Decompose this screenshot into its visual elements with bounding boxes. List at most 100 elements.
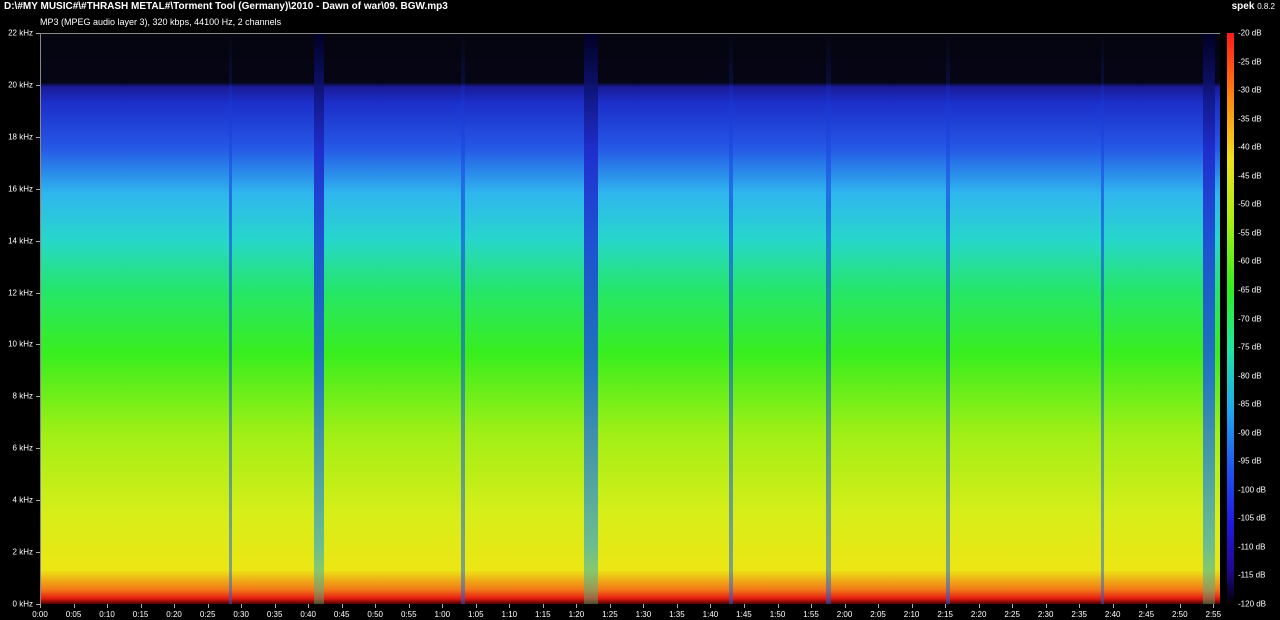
time-tick-label: 1:55 (803, 610, 819, 619)
spectrogram-plot (40, 33, 1220, 604)
frequency-tick-label: 18 kHz (8, 132, 33, 142)
app-brand: spek 0.8.2 (1232, 1, 1275, 12)
time-tick-mark (509, 604, 511, 608)
time-tick-label: 0:15 (132, 610, 149, 619)
spectrogram-quiet-band (314, 34, 324, 604)
db-tick-label: -65 dB (1238, 285, 1262, 295)
db-tick-label: -50 dB (1238, 199, 1262, 209)
time-tick-label: 1:50 (769, 610, 786, 619)
spectrogram-streak (826, 34, 831, 604)
time-tick-label: 0:35 (266, 610, 283, 619)
frequency-tick-label: 20 kHz (8, 80, 33, 90)
spectrogram-streak (1101, 34, 1104, 604)
frequency-tick-label: 8 kHz (12, 391, 33, 401)
time-tick-label: 1:20 (568, 610, 585, 619)
spek-window: D:\#MY MUSIC#\#THRASH METAL#\Torment Too… (0, 0, 1280, 620)
spectrogram-streak (729, 34, 733, 604)
frequency-tick-mark (36, 344, 40, 346)
time-tick-mark (945, 604, 947, 608)
db-tick-label: -75 dB (1238, 342, 1262, 352)
time-tick-mark (107, 604, 109, 608)
time-tick-mark (140, 604, 142, 608)
time-tick-label: 0:50 (367, 610, 384, 619)
time-tick-mark (743, 604, 745, 608)
file-path-title: D:\#MY MUSIC#\#THRASH METAL#\Torment Too… (4, 1, 448, 12)
time-tick-label: 0:10 (99, 610, 115, 619)
app-name: spek (1231, 1, 1255, 12)
frequency-tick-mark (36, 448, 40, 450)
time-tick-label: 2:40 (1104, 610, 1121, 619)
frequency-tick-label: 16 kHz (8, 184, 33, 194)
db-tick-label: -55 dB (1238, 228, 1262, 238)
frequency-tick-label: 6 kHz (12, 443, 33, 453)
frequency-tick-label: 10 kHz (8, 339, 33, 349)
time-tick-label: 0:00 (32, 610, 48, 619)
time-tick-label: 2:50 (1171, 610, 1188, 619)
spectrogram-quiet-band (584, 34, 598, 604)
time-tick-mark (878, 604, 880, 608)
spectrogram-streak (229, 34, 232, 604)
frequency-tick-label: 12 kHz (8, 288, 33, 298)
time-tick-label: 2:00 (836, 610, 853, 619)
frequency-tick-mark (36, 500, 40, 502)
time-tick-mark (274, 604, 276, 608)
db-tick-label: -60 dB (1238, 256, 1262, 266)
time-tick-mark (40, 604, 41, 608)
time-tick-mark (241, 604, 243, 608)
time-tick-mark (341, 604, 343, 608)
db-color-scale (1227, 33, 1234, 604)
time-tick-label: 0:45 (333, 610, 350, 619)
time-tick-mark (1146, 604, 1148, 608)
db-tick-label: -85 dB (1238, 399, 1262, 409)
spectrogram-streak (461, 34, 465, 604)
time-tick-mark (1079, 604, 1081, 608)
time-tick-mark (408, 604, 410, 608)
time-tick-label: 2:20 (970, 610, 987, 619)
time-tick-label: 2:15 (937, 610, 953, 619)
time-tick-mark (1112, 604, 1114, 608)
time-tick-label: 2:30 (1037, 610, 1054, 619)
time-tick-mark (844, 604, 846, 608)
time-tick-label: 2:35 (1071, 610, 1087, 619)
time-tick-mark (676, 604, 678, 608)
time-tick-mark (207, 604, 209, 608)
frequency-tick-mark (36, 84, 40, 86)
db-tick-label: -45 dB (1238, 171, 1262, 181)
time-tick-mark (308, 604, 310, 608)
time-tick-label: 2:10 (903, 610, 920, 619)
frequency-tick-label: 14 kHz (8, 236, 33, 246)
time-tick-label: 2:55 (1205, 610, 1222, 619)
time-tick-mark (1012, 604, 1014, 608)
spectrogram-streak (946, 34, 950, 604)
time-tick-label: 1:05 (467, 610, 484, 619)
time-tick-label: 1:00 (434, 610, 451, 619)
db-tick-label: -25 dB (1238, 57, 1262, 67)
db-tick-label: -35 dB (1238, 114, 1262, 124)
time-tick-label: 2:45 (1138, 610, 1155, 619)
time-tick-label: 1:15 (535, 610, 551, 619)
time-tick-mark (174, 604, 176, 608)
db-tick-label: -30 dB (1238, 85, 1262, 95)
frequency-tick-mark (36, 292, 40, 294)
frequency-tick-label: 4 kHz (12, 495, 33, 505)
spectrogram-quiet-band (1203, 34, 1215, 604)
frequency-tick-mark (36, 33, 40, 34)
time-tick-mark (442, 604, 444, 608)
db-tick-label: -20 dB (1238, 28, 1262, 38)
time-tick-label: 0:20 (166, 610, 182, 619)
time-tick-mark (1213, 604, 1215, 608)
db-tick-label: -90 dB (1238, 428, 1262, 438)
time-tick-label: 1:25 (602, 610, 618, 619)
db-tick-label: -70 dB (1238, 314, 1262, 323)
db-tick-label: -110 dB (1238, 542, 1266, 552)
db-tick-label: -105 dB (1238, 513, 1267, 523)
time-tick-mark (978, 604, 980, 608)
time-tick-label: 0:30 (233, 610, 249, 619)
time-tick-mark (375, 604, 377, 608)
app-version: 0.8.2 (1257, 2, 1275, 11)
time-tick-mark (576, 604, 578, 608)
time-tick-label: 1:10 (501, 610, 518, 619)
db-tick-label: -80 dB (1238, 371, 1262, 381)
frequency-tick-mark (36, 136, 40, 138)
time-tick-label: 2:25 (1004, 610, 1020, 619)
